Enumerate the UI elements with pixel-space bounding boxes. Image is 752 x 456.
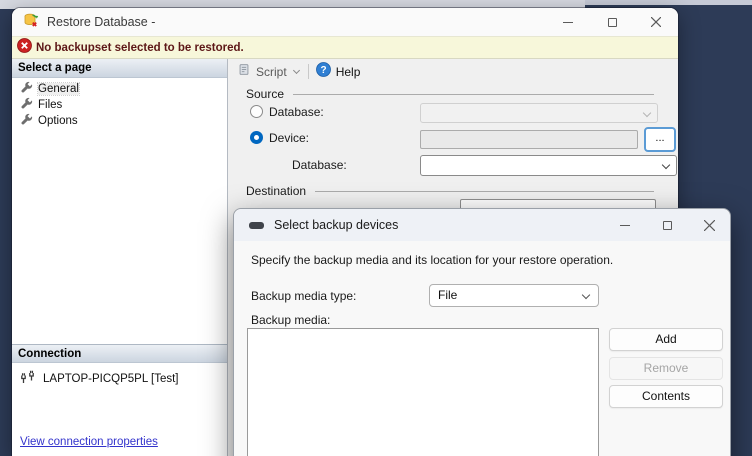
- dialog-maximize-icon[interactable]: [646, 209, 688, 241]
- chevron-down-icon: [642, 108, 652, 118]
- dialog-instruction: Specify the backup media and its locatio…: [251, 253, 614, 267]
- backup-media-type-label: Backup media type:: [251, 289, 357, 303]
- destination-database-field-partial: [460, 199, 656, 208]
- select-a-page-header: Select a page: [12, 59, 227, 78]
- sidebar-item-files[interactable]: Files: [12, 97, 227, 113]
- connection-header: Connection: [12, 344, 227, 363]
- backup-media-listbox[interactable]: [247, 328, 599, 456]
- dialog-close-icon[interactable]: [688, 209, 730, 241]
- destination-divider: [315, 191, 654, 192]
- maximize-icon[interactable]: [590, 8, 634, 36]
- sidebar-item-general[interactable]: General: [12, 81, 227, 97]
- destination-legend: Destination: [246, 184, 307, 198]
- source-divider: [293, 94, 654, 95]
- contents-button[interactable]: Contents: [609, 385, 723, 408]
- close-icon[interactable]: [634, 8, 678, 36]
- connection-icon: [20, 370, 37, 387]
- server-name: LAPTOP-PICQP5PL [Test]: [43, 372, 179, 385]
- chevron-down-icon: [661, 160, 671, 170]
- warning-banner: No backupset selected to be restored.: [12, 36, 678, 59]
- warning-text: No backupset selected to be restored.: [36, 41, 244, 54]
- wrench-icon: [20, 81, 33, 97]
- backup-media-label: Backup media:: [251, 313, 331, 327]
- chevron-down-icon: [581, 290, 591, 300]
- database-radio-label: Database:: [269, 105, 324, 119]
- wrench-icon: [20, 113, 33, 129]
- dialog-title: Select backup devices: [274, 218, 399, 232]
- add-button[interactable]: Add: [609, 328, 723, 351]
- sidebar-item-label: General: [37, 82, 80, 96]
- source-database2-label: Database:: [292, 158, 347, 172]
- device-radio-label: Device:: [269, 131, 310, 145]
- background-window-edge-right: [585, 0, 752, 5]
- toolbar-separator: [307, 64, 309, 79]
- error-icon: [17, 37, 32, 58]
- svg-text:?: ?: [320, 65, 326, 76]
- restore-database-dropdown[interactable]: [420, 155, 677, 176]
- connection-server: LAPTOP-PICQP5PL [Test]: [20, 370, 179, 387]
- help-button[interactable]: Help: [336, 65, 361, 79]
- remove-button[interactable]: Remove: [609, 357, 723, 380]
- restore-database-titlebar[interactable]: Restore Database -: [12, 8, 678, 36]
- dialog-minimize-icon[interactable]: [604, 209, 646, 241]
- source-database-dropdown: [420, 103, 658, 123]
- wrench-icon: [20, 97, 33, 113]
- window-title: Restore Database -: [47, 15, 156, 29]
- toolbar: Script ? Help: [229, 59, 678, 84]
- device-path-input[interactable]: [420, 130, 638, 149]
- sidebar-item-label: Options: [38, 115, 78, 127]
- backup-media-type-value: File: [438, 288, 458, 302]
- backup-media-type-dropdown[interactable]: File: [429, 284, 599, 307]
- sidebar-item-label: Files: [38, 99, 63, 111]
- help-icon: ?: [315, 61, 331, 82]
- browse-devices-button[interactable]: ...: [644, 127, 676, 152]
- script-button[interactable]: Script: [256, 65, 287, 79]
- select-backup-devices-dialog: Select backup devices Specify the backup…: [233, 208, 731, 456]
- page-list: General Files Options: [12, 78, 227, 129]
- restore-database-icon: [23, 12, 39, 33]
- script-dropdown-icon[interactable]: [292, 66, 300, 75]
- dialog-titlebar[interactable]: Select backup devices: [234, 209, 730, 241]
- sidebar-item-options[interactable]: Options: [12, 113, 227, 129]
- script-icon: [237, 62, 251, 82]
- database-radio[interactable]: [250, 105, 263, 118]
- sidebar: Select a page General Files Options Conn…: [12, 59, 228, 456]
- minimize-icon[interactable]: [546, 8, 590, 36]
- view-connection-properties-link[interactable]: View connection properties: [20, 436, 158, 448]
- device-radio[interactable]: [250, 131, 263, 144]
- backup-device-icon: [249, 221, 264, 229]
- desktop: Restore Database - No backupset selected…: [0, 0, 752, 456]
- source-legend: Source: [246, 87, 285, 101]
